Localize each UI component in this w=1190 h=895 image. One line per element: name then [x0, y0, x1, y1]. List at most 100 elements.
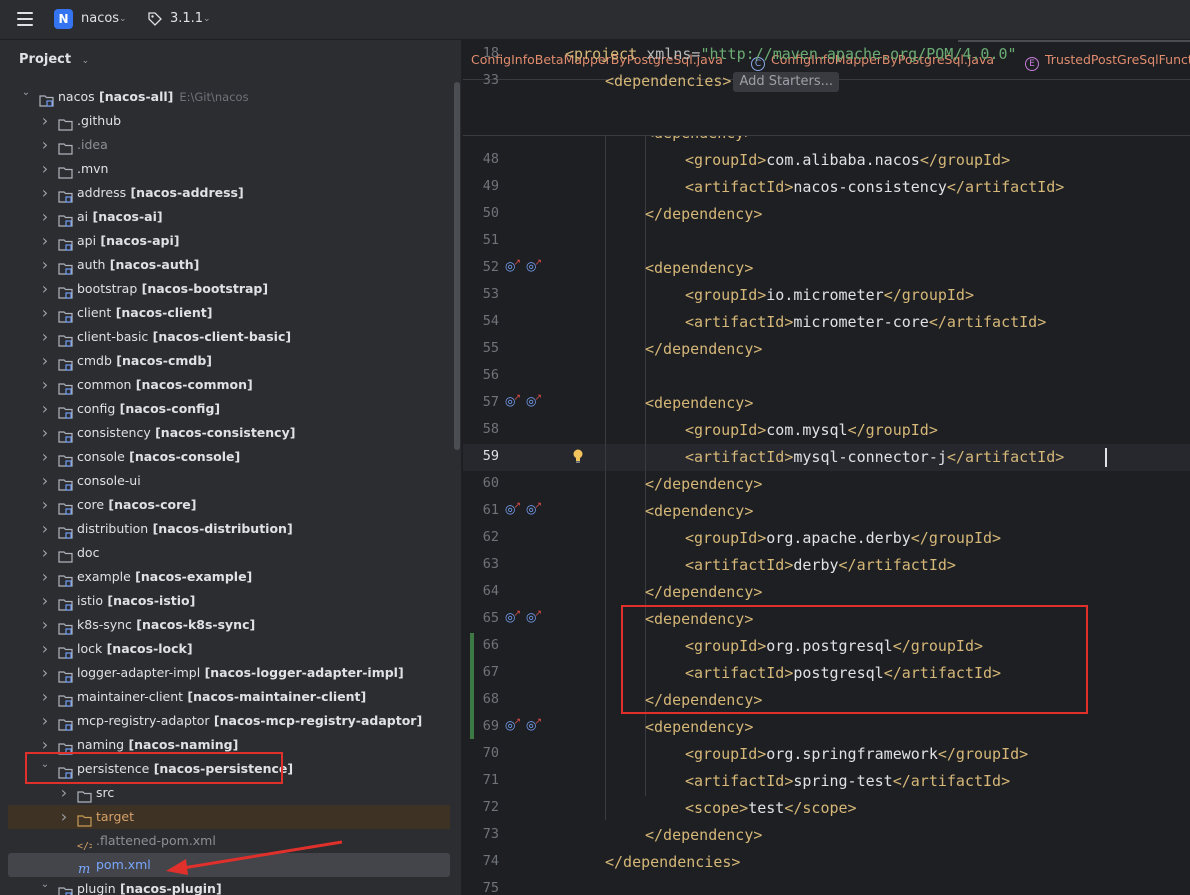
lightbulb-icon[interactable] [572, 448, 584, 463]
tree-item-plugin[interactable]: ⌄ plugin [nacos-plugin] [8, 877, 450, 895]
chevron-right-icon[interactable]: › [39, 301, 51, 325]
override-gutter-icon[interactable]: ◎↗ [505, 717, 523, 732]
chevron-right-icon[interactable]: › [39, 157, 51, 181]
project-panel-title[interactable]: Project ⌄ [19, 52, 89, 67]
chevron-right-icon[interactable]: › [39, 133, 51, 157]
tree-item-doc[interactable]: › doc [8, 541, 450, 565]
tree-item-example[interactable]: › example [nacos-example] [8, 565, 450, 589]
override-gutter-icon[interactable]: ◎↗ [505, 501, 523, 516]
chevron-right-icon[interactable]: › [39, 661, 51, 685]
tree-item-maintainer-client[interactable]: › maintainer-client [nacos-maintainer-cli… [8, 685, 450, 709]
chevron-down-icon[interactable]: ⌄ [203, 14, 211, 24]
tree-item-address[interactable]: › address [nacos-address] [8, 181, 450, 205]
chevron-right-icon[interactable]: › [39, 397, 51, 421]
tree-item-lock[interactable]: › lock [nacos-lock] [8, 637, 450, 661]
tree-item-naming[interactable]: › naming [nacos-naming] [8, 733, 450, 757]
chevron-right-icon[interactable]: › [39, 637, 51, 661]
project-badge[interactable]: N [54, 9, 73, 29]
code-token: <groupId> [685, 286, 767, 304]
override-gutter-icon[interactable]: ◎↗ [505, 609, 523, 624]
code-token: </dependency> [645, 826, 763, 844]
tree-item-distribution[interactable]: › distribution [nacos-distribution] [8, 517, 450, 541]
override-gutter-icon[interactable]: ◎↗ [505, 258, 523, 273]
tree-item-api[interactable]: › api [nacos-api] [8, 229, 450, 253]
tab-editor-3[interactable]: E TrustedPostGreSqlFunctionEnum.java [1025, 40, 1190, 80]
project-name[interactable]: nacos [81, 11, 119, 26]
chevron-right-icon[interactable]: › [39, 325, 51, 349]
chevron-right-icon[interactable]: › [39, 109, 51, 133]
tree-item-k8s-sync[interactable]: › k8s-sync [nacos-k8s-sync] [8, 613, 450, 637]
chevron-down-icon[interactable]: ⌄ [20, 81, 32, 105]
tree-item-logger-adapter-impl[interactable]: › logger-adapter-impl [nacos-logger-adapt… [8, 661, 450, 685]
add-starters-hint[interactable]: Add Starters... [733, 72, 840, 92]
tree-item-ai[interactable]: › ai [nacos-ai] [8, 205, 450, 229]
code-token: </artifactId> [892, 772, 1011, 790]
tree-item-src[interactable]: › src [8, 781, 450, 805]
chevron-right-icon[interactable]: › [39, 205, 51, 229]
chevron-right-icon[interactable]: › [39, 181, 51, 205]
tree-item-client-basic[interactable]: › client-basic [nacos-client-basic] [8, 325, 450, 349]
chevron-right-icon[interactable]: › [58, 781, 70, 805]
tree-item-bootstrap[interactable]: › bootstrap [nacos-bootstrap] [8, 277, 450, 301]
chevron-right-icon[interactable]: › [39, 565, 51, 589]
tree-item-nacos[interactable]: ⌄ nacos [nacos-all] E:\Git\nacos [8, 85, 450, 109]
version-tag[interactable]: 3.1.1 [170, 11, 203, 26]
override-gutter-icon[interactable]: ◎↗ [526, 258, 544, 273]
chevron-right-icon[interactable]: › [39, 685, 51, 709]
tree-item-flattened[interactable]: </> .flattened-pom.xml [8, 829, 450, 853]
override-gutter-icon[interactable]: ◎↗ [526, 393, 544, 408]
chevron-right-icon[interactable]: › [39, 373, 51, 397]
override-gutter-icon[interactable]: ◎↗ [526, 609, 544, 624]
project-panel: Project ⌄ ⌄ nacos [nacos-all] E:\Git\nacos… [0, 40, 462, 895]
chevron-right-icon[interactable]: › [39, 589, 51, 613]
override-gutter-icon[interactable]: ◎↗ [526, 717, 544, 732]
chevron-right-icon[interactable]: › [39, 493, 51, 517]
tree-item-persistence[interactable]: ⌄ persistence [nacos-persistence] [8, 757, 450, 781]
line-number: 71 [482, 772, 499, 788]
chevron-right-icon[interactable]: › [39, 445, 51, 469]
chevron-right-icon[interactable]: › [39, 253, 51, 277]
tree-item-console-ui[interactable]: › console-ui [8, 469, 450, 493]
tree-item-console[interactable]: › console [nacos-console] [8, 445, 450, 469]
chevron-down-icon[interactable]: ⌄ [119, 14, 127, 24]
tree-item-name: nacos [58, 89, 95, 104]
override-gutter-icon[interactable]: ◎↗ [526, 501, 544, 516]
chevron-down-icon[interactable]: ⌄ [82, 56, 90, 66]
chevron-right-icon[interactable]: › [39, 709, 51, 733]
code-token: postgresql [793, 664, 884, 682]
tree-item-label: .flattened-pom.xml [96, 829, 216, 853]
chevron-right-icon[interactable]: › [39, 349, 51, 373]
tree-item-mvn[interactable]: › .mvn [8, 157, 450, 181]
chevron-right-icon[interactable]: › [39, 517, 51, 541]
chevron-right-icon[interactable]: › [39, 229, 51, 253]
chevron-right-icon[interactable]: › [39, 613, 51, 637]
tree-item-github[interactable]: › .github [8, 109, 450, 133]
tree-item-name: doc [77, 545, 100, 560]
tree-item-idea[interactable]: › .idea [8, 133, 450, 157]
tree-item-mcp-registry-adaptor[interactable]: › mcp-registry-adaptor [nacos-mcp-registr… [8, 709, 450, 733]
chevron-down-icon[interactable]: ⌄ [39, 873, 51, 895]
chevron-right-icon[interactable]: › [39, 421, 51, 445]
chevron-down-icon[interactable]: ⌄ [39, 753, 51, 777]
indent-guide [605, 80, 606, 820]
tree-item-core[interactable]: › core [nacos-core] [8, 493, 450, 517]
tree-item-target[interactable]: › target [8, 805, 450, 829]
tree-item-cmdb[interactable]: › cmdb [nacos-cmdb] [8, 349, 450, 373]
line-number: 50 [482, 205, 499, 221]
tree-item-name: pom.xml [96, 857, 151, 872]
project-scrollbar[interactable] [454, 82, 460, 450]
tree-item-config[interactable]: › config [nacos-config] [8, 397, 450, 421]
main-menu-icon[interactable] [17, 12, 33, 26]
chevron-right-icon[interactable]: › [39, 541, 51, 565]
chevron-right-icon[interactable]: › [39, 277, 51, 301]
code-token: </groupId> [937, 745, 1029, 763]
chevron-right-icon[interactable]: › [58, 805, 70, 829]
tree-item-pomxml[interactable]: m pom.xml [8, 853, 450, 877]
override-gutter-icon[interactable]: ◎↗ [505, 393, 523, 408]
tree-item-consistency[interactable]: › consistency [nacos-consistency] [8, 421, 450, 445]
tree-item-common[interactable]: › common [nacos-common] [8, 373, 450, 397]
tree-item-auth[interactable]: › auth [nacos-auth] [8, 253, 450, 277]
tree-item-client[interactable]: › client [nacos-client] [8, 301, 450, 325]
tree-item-istio[interactable]: › istio [nacos-istio] [8, 589, 450, 613]
chevron-right-icon[interactable]: › [39, 469, 51, 493]
